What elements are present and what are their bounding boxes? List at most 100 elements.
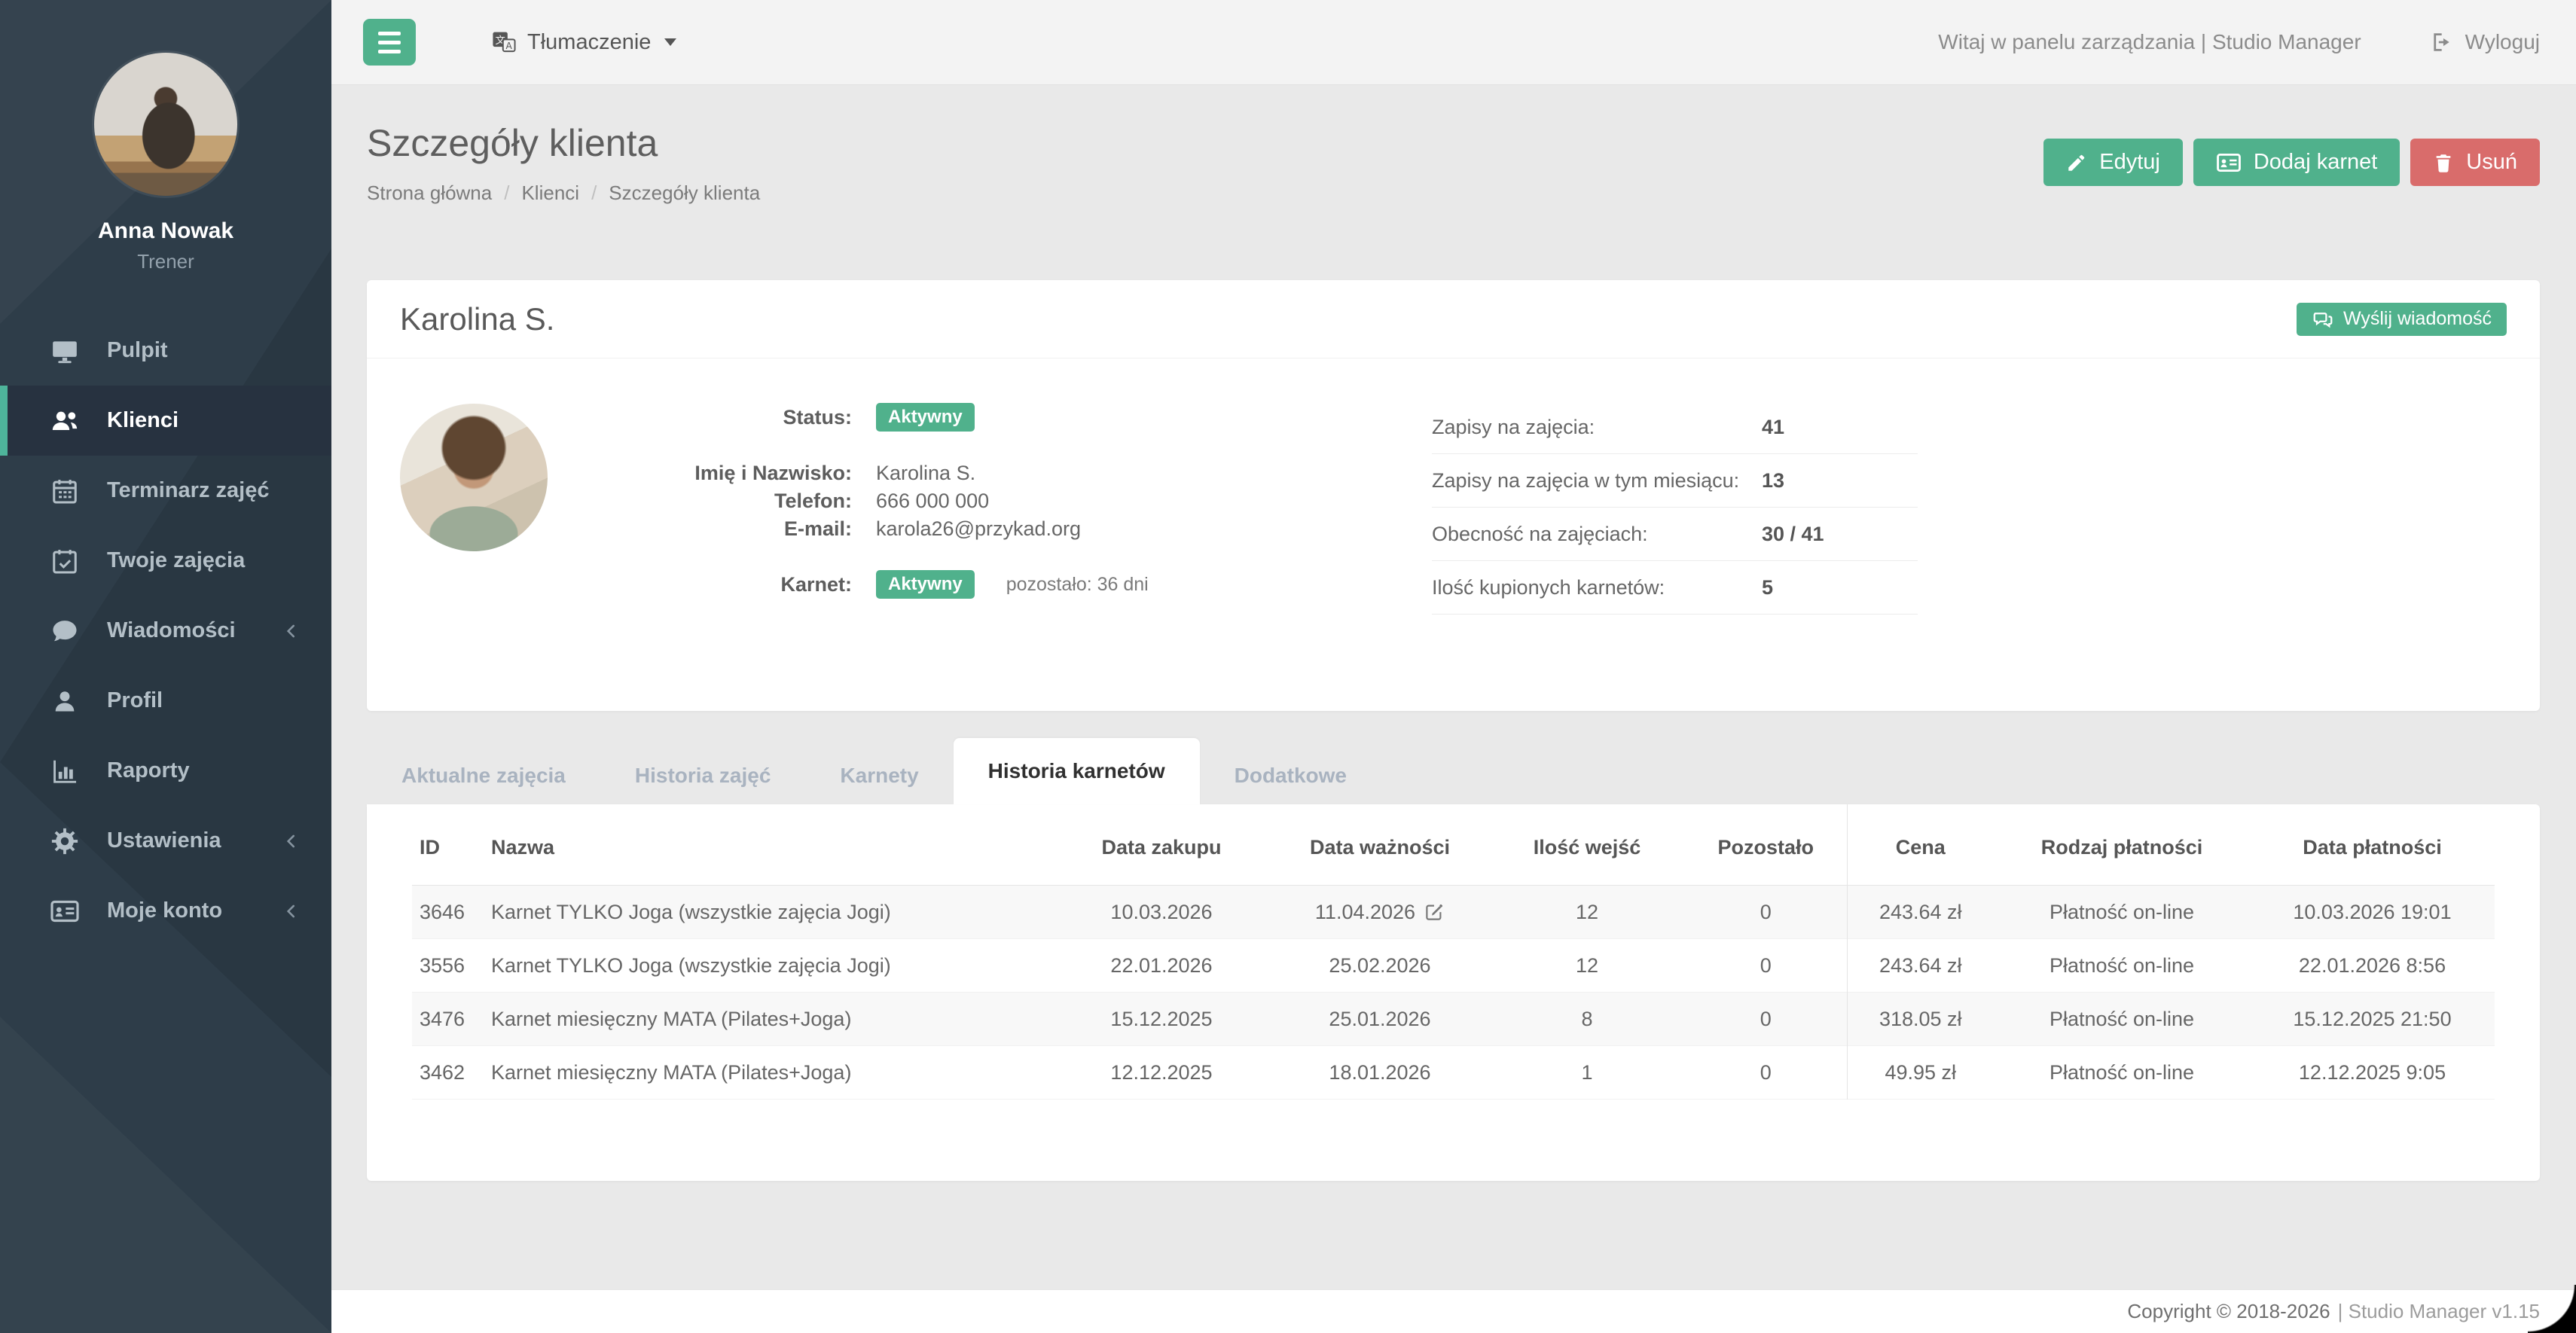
sidebar-item-label: Klienci: [107, 408, 179, 433]
cell-entries: 12: [1489, 939, 1685, 993]
cell-name: Karnet TYLKO Joga (wszystkie zajęcia Jog…: [484, 886, 1052, 939]
delete-button[interactable]: Usuń: [2410, 139, 2540, 186]
sidebar-item-profil[interactable]: Profil: [0, 666, 331, 736]
tab-karnety[interactable]: Karnety: [805, 747, 953, 804]
table-row: 3462 Karnet miesięczny MATA (Pilates+Jog…: [412, 1046, 2495, 1100]
client-details: Status: Aktywny Imię i Nazwisko: Karolin…: [575, 358, 1335, 711]
sidebar-item-label: Raporty: [107, 758, 190, 783]
trainer-profile: Anna Nowak Trener: [0, 0, 331, 273]
table-row: 3556 Karnet TYLKO Joga (wszystkie zajęci…: [412, 939, 2495, 993]
table-row: 3476 Karnet miesięczny MATA (Pilates+Jog…: [412, 993, 2495, 1046]
cell-price: 243.64 zł: [1847, 886, 1994, 939]
pencil-icon: [2066, 152, 2087, 173]
breadcrumb-home[interactable]: Strona główna: [367, 181, 492, 205]
edit-button[interactable]: Edytuj: [2043, 139, 2183, 186]
col-nazwa: Nazwa: [484, 804, 1052, 886]
stat-value: 41: [1762, 416, 1784, 439]
stat-label: Obecność na zajęciach:: [1432, 523, 1762, 546]
cell-valid-date: 25.02.2026: [1271, 939, 1489, 993]
stat-row: Obecność na zajęciach: 30 / 41: [1432, 508, 1918, 561]
edit-validity-icon[interactable]: [1424, 901, 1445, 922]
fullname-label: Imię i Nazwisko:: [575, 462, 876, 485]
cell-id: 3556: [412, 939, 484, 993]
email-label: E-mail:: [575, 517, 876, 541]
status-label: Status:: [575, 406, 876, 429]
sidebar-item-wiadomosci[interactable]: Wiadomości: [0, 596, 331, 666]
bar-chart-icon: [48, 757, 81, 785]
cell-payment-date: 15.12.2025 21:50: [2250, 993, 2495, 1046]
add-pass-button[interactable]: Dodaj karnet: [2193, 139, 2400, 186]
send-message-label: Wyślij wiadomość: [2343, 308, 2492, 330]
cell-left: 0: [1685, 1046, 1847, 1100]
cell-price: 49.95 zł: [1847, 1046, 1994, 1100]
cell-payment-date: 12.12.2025 9:05: [2250, 1046, 2495, 1100]
cell-valid-date: 25.01.2026: [1271, 993, 1489, 1046]
client-pass-row: Karnet: Aktywny pozostało: 36 dni: [575, 569, 1335, 599]
tab-historia-karnetow[interactable]: Historia karnetów: [954, 738, 1200, 804]
tab-aktualne-zajecia[interactable]: Aktualne zajęcia: [367, 747, 600, 804]
calendar-icon: [48, 477, 81, 505]
stat-row: Zapisy na zajęcia: 41: [1432, 401, 1918, 454]
cell-entries: 1: [1489, 1046, 1685, 1100]
id-card-icon: [2216, 150, 2242, 175]
gear-icon: [48, 827, 81, 856]
col-data-platnosci: Data płatności: [2250, 804, 2495, 886]
breadcrumb-separator: /: [591, 181, 597, 205]
trainer-avatar: [94, 53, 237, 196]
phone-value: 666 000 000: [876, 490, 989, 513]
sidebar-item-moje-konto[interactable]: Moje konto: [0, 876, 331, 946]
language-icon: 文A: [491, 29, 517, 55]
col-ilosc-wejsc: Ilość wejść: [1489, 804, 1685, 886]
page-title-block: Szczegóły klienta Strona główna / Klienc…: [367, 85, 760, 205]
cell-name: Karnet TYLKO Joga (wszystkie zajęcia Jog…: [484, 939, 1052, 993]
pass-history-table: ID Nazwa Data zakupu Data ważności Ilość…: [412, 804, 2495, 1100]
table-row: 3646 Karnet TYLKO Joga (wszystkie zajęci…: [412, 886, 2495, 939]
page-head: Szczegóły klienta Strona główna / Klienc…: [367, 85, 2540, 205]
pass-history-card: ID Nazwa Data zakupu Data ważności Ilość…: [367, 804, 2540, 1181]
col-id: ID: [412, 804, 484, 886]
cell-purchase-date: 22.01.2026: [1052, 939, 1271, 993]
sidebar-toggle-button[interactable]: [363, 19, 416, 66]
sidebar-item-terminarz-zajec[interactable]: Terminarz zajęć: [0, 456, 331, 526]
tab-dodatkowe[interactable]: Dodatkowe: [1200, 747, 1381, 804]
cell-payment-type: Płatność on-line: [1994, 886, 2250, 939]
stat-value: 13: [1762, 469, 1784, 493]
sidebar-item-raporty[interactable]: Raporty: [0, 736, 331, 806]
sidebar-item-pulpit[interactable]: Pulpit: [0, 316, 331, 386]
cell-payment-type: Płatność on-line: [1994, 1046, 2250, 1100]
client-status-row: Status: Aktywny: [575, 402, 1335, 432]
stat-label: Zapisy na zajęcia:: [1432, 416, 1762, 439]
sidebar-item-ustawienia[interactable]: Ustawienia: [0, 806, 331, 876]
trainer-name: Anna Nowak: [0, 218, 331, 244]
cell-entries: 8: [1489, 993, 1685, 1046]
tab-historia-zajec[interactable]: Historia zajęć: [600, 747, 806, 804]
chevron-left-icon: [282, 831, 301, 851]
trainer-role: Trener: [0, 250, 331, 273]
cell-id: 3476: [412, 993, 484, 1046]
sidebar-item-klienci[interactable]: Klienci: [0, 386, 331, 456]
client-email-row: E-mail: karola26@przykad.org: [575, 515, 1335, 543]
sidebar-item-label: Moje konto: [107, 898, 222, 923]
tabs: Aktualne zajęcia Historia zajęć Karnety …: [367, 747, 2540, 804]
footer: Copyright © 2018-2026 | Studio Manager v…: [331, 1289, 2576, 1333]
sidebar-item-label: Pulpit: [107, 338, 168, 363]
content: Szczegóły klienta Strona główna / Klienc…: [331, 85, 2576, 1289]
sidebar-item-label: Wiadomości: [107, 618, 236, 643]
cell-id: 3646: [412, 886, 484, 939]
breadcrumb-klienci[interactable]: Klienci: [521, 181, 579, 205]
cell-price: 243.64 zł: [1847, 939, 1994, 993]
cell-entries: 12: [1489, 886, 1685, 939]
sidebar-item-twoje-zajecia[interactable]: Twoje zajęcia: [0, 526, 331, 596]
stat-label: Zapisy na zajęcia w tym miesiącu:: [1432, 469, 1762, 493]
language-menu[interactable]: 文A Tłumaczenie: [491, 29, 676, 55]
logout-link[interactable]: Wyloguj: [2429, 30, 2540, 54]
cell-name: Karnet miesięczny MATA (Pilates+Joga): [484, 993, 1052, 1046]
user-icon: [48, 688, 81, 715]
edit-button-label: Edytuj: [2099, 150, 2160, 175]
language-menu-label: Tłumaczenie: [527, 30, 651, 55]
app-version-text: | Studio Manager v1.15: [2338, 1300, 2540, 1323]
sidebar: Anna Nowak Trener Pulpit Klienci Termina…: [0, 0, 331, 1333]
send-message-button[interactable]: Wyślij wiadomość: [2297, 303, 2507, 336]
phone-label: Telefon:: [575, 490, 876, 513]
trash-icon: [2433, 152, 2454, 173]
